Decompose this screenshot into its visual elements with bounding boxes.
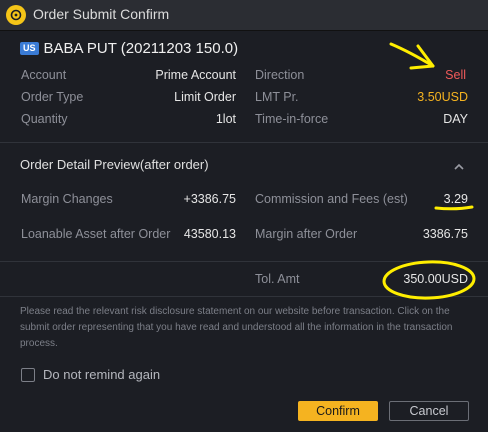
lmt-price-label: LMT Pr. — [255, 90, 299, 104]
commission-label: Commission and Fees (est) — [255, 192, 408, 206]
time-in-force-value: DAY — [443, 112, 468, 126]
total-amount-label: Tol. Amt — [255, 272, 300, 286]
window-title: Order Submit Confirm — [33, 6, 170, 22]
do-not-remind-checkbox[interactable] — [21, 367, 35, 382]
quantity-value: 1lot — [215, 112, 236, 126]
total-amount-value: 350.00USD — [403, 272, 468, 286]
margin-after-order-value: 3386.75 — [422, 227, 468, 241]
margin-changes-label: Margin Changes — [21, 192, 113, 206]
margin-after-order-label: Margin after Order — [255, 227, 358, 241]
preview-section-title: Order Detail Preview(after order) — [20, 157, 209, 172]
do-not-remind-row[interactable]: Do not remind again — [21, 367, 160, 382]
do-not-remind-label[interactable]: Do not remind again — [43, 367, 160, 382]
annotation-underline — [434, 205, 474, 211]
symbol-header: US BABA PUT (20211203 150.0) — [20, 40, 238, 57]
cancel-button[interactable]: Cancel — [389, 401, 469, 421]
title-bar: Order Submit Confirm — [0, 0, 488, 31]
direction-label: Direction — [255, 68, 305, 82]
account-label: Account — [21, 68, 67, 82]
annotation-arrow — [389, 42, 435, 68]
margin-changes-value: +3386.75 — [183, 192, 236, 206]
order-type-value: Limit Order — [174, 90, 236, 104]
loanable-asset-label: Loanable Asset after Order — [21, 227, 171, 241]
symbol-title: BABA PUT (20211203 150.0) — [43, 40, 239, 57]
divider — [0, 142, 488, 143]
chevron-up-icon[interactable] — [452, 159, 466, 170]
divider — [0, 261, 488, 262]
account-value: Prime Account — [155, 68, 236, 82]
order-type-label: Order Type — [21, 90, 84, 104]
risk-disclaimer: Please read the relevant risk disclosure… — [20, 306, 453, 349]
confirm-button[interactable]: Confirm — [298, 401, 378, 421]
annotation-arrowhead — [409, 44, 435, 70]
time-in-force-label: Time-in-force — [255, 112, 329, 126]
commission-value: 3.29 — [443, 192, 468, 206]
divider — [0, 296, 488, 297]
market-badge: US — [20, 42, 39, 55]
quantity-label: Quantity — [21, 112, 68, 126]
loanable-asset-value: 43580.13 — [183, 227, 236, 241]
lmt-price-value: 3.50USD — [417, 90, 468, 104]
app-logo-icon — [6, 5, 26, 25]
direction-value: Sell — [445, 68, 466, 82]
